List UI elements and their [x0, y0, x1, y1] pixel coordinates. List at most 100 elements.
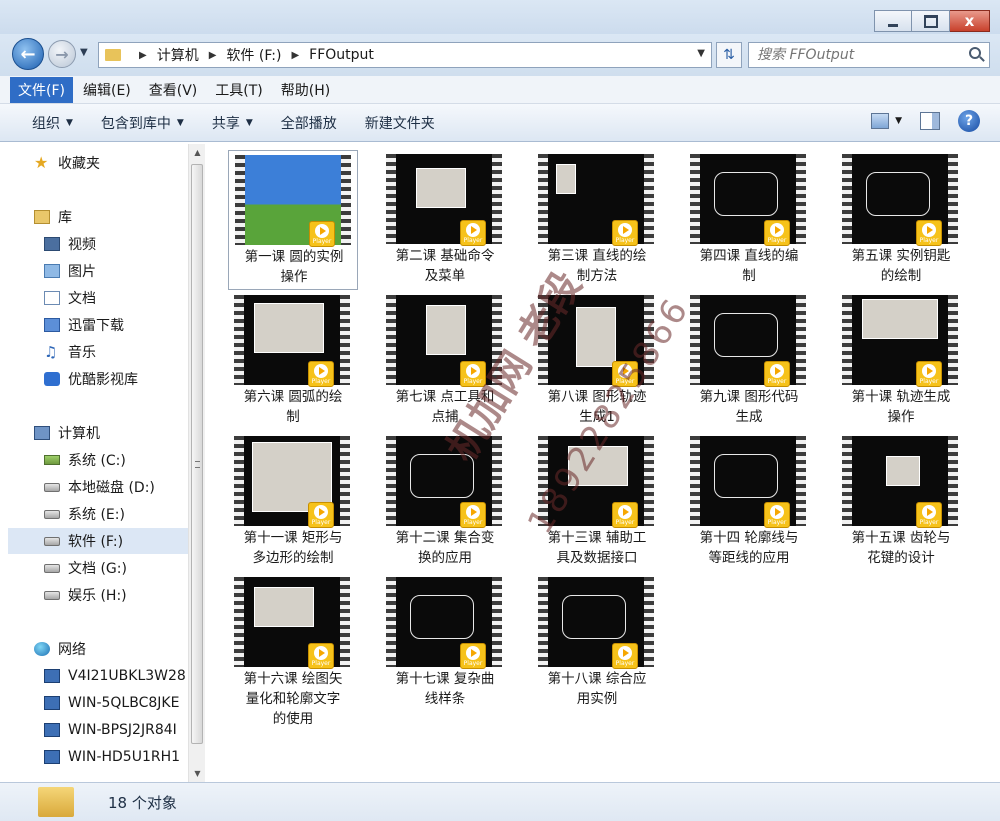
player-badge-label: Player: [311, 377, 331, 385]
video-thumbnail: Player: [690, 436, 806, 528]
sidebar-item-label: 系统 (C:): [68, 453, 126, 469]
sidebar-item-music[interactable]: ♫ 音乐: [44, 339, 188, 365]
command-bar: 组织 ▼ 包含到库中 ▼ 共享 ▼ 全部播放 新建文件夹 ▼ ?: [0, 104, 1000, 142]
play-icon: [770, 504, 784, 519]
sidebar-item-drive-g[interactable]: 文档 (G:): [44, 555, 188, 581]
organize-button[interactable]: 组织 ▼: [18, 109, 87, 137]
include-library-button[interactable]: 包含到库中 ▼: [87, 109, 198, 137]
breadcrumb-folder[interactable]: FFOutput: [309, 47, 374, 63]
thumbnail-drawing: [714, 172, 778, 216]
scroll-thumb[interactable]: [191, 164, 203, 744]
change-view-icon[interactable]: [871, 113, 890, 129]
sidebar-item-host[interactable]: WIN-HD5U1RH1: [44, 744, 188, 770]
sidebar-item-host[interactable]: V4I21UBKL3W28: [44, 663, 188, 689]
close-button[interactable]: x: [950, 10, 990, 32]
sidebar-item-host[interactable]: WIN-BPSJ2JR84I: [44, 717, 188, 743]
menu-help[interactable]: 帮助(H): [273, 77, 338, 103]
file-name-line: 第六课 圆弧的绘: [243, 389, 343, 405]
help-icon[interactable]: ?: [958, 110, 980, 132]
video-file-tile[interactable]: Player 第十五课 齿轮与 花键的设计: [836, 432, 966, 572]
arrow-right-icon: →: [55, 44, 69, 64]
thumbnail-dialog: [886, 456, 920, 486]
file-name-line: 操作: [280, 269, 308, 285]
sidebar-item-computer[interactable]: 计算机: [34, 420, 188, 446]
video-thumbnail: Player: [234, 295, 350, 387]
maximize-button[interactable]: [912, 10, 950, 32]
chevron-right-icon[interactable]: ▶: [139, 50, 147, 61]
video-file-tile[interactable]: Player 第十七课 复杂曲 线样条: [380, 573, 510, 713]
player-badge-icon: Player: [612, 502, 638, 528]
preview-pane-icon[interactable]: [920, 112, 940, 130]
video-file-tile[interactable]: Player 第十六课 绘图矢 量化和轮廓文字 的使用: [228, 573, 358, 727]
sidebar-item-drive-d[interactable]: 本地磁盘 (D:): [44, 474, 188, 500]
video-file-tile[interactable]: Player 第四课 直线的编制: [684, 150, 814, 290]
file-view: Player 第一课 圆的实例 操作 Player 第二课 基础命令 及菜单 Player 第…: [206, 144, 1000, 782]
file-name: 第五课 实例钥匙 的绘制: [836, 246, 966, 286]
menu-bar: 文件(F) 编辑(E) 查看(V) 工具(T) 帮助(H): [0, 76, 1000, 104]
video-file-tile[interactable]: Player 第七课 点工具和 点捕: [380, 291, 510, 431]
navigation-scrollbar[interactable]: ▲ ▼: [188, 144, 205, 782]
menu-view[interactable]: 查看(V): [141, 77, 206, 103]
video-file-tile[interactable]: Player 第十八课 综合应 用实例: [532, 573, 662, 713]
video-file-tile[interactable]: Player 第三课 直线的绘 制方法: [532, 150, 662, 290]
play-all-button[interactable]: 全部播放: [267, 109, 351, 137]
sidebar-item-libraries[interactable]: 库: [34, 204, 188, 230]
player-badge-icon: Player: [916, 502, 942, 528]
recent-pages-dropdown[interactable]: ▼: [80, 47, 88, 58]
refresh-button[interactable]: ⇅: [716, 42, 742, 68]
scroll-up-arrow-icon[interactable]: ▲: [189, 144, 206, 161]
breadcrumb-computer[interactable]: 计算机: [157, 45, 199, 65]
caret-down-icon: ▼: [176, 117, 184, 128]
video-file-tile[interactable]: Player 第十三课 辅助工 具及数据接口: [532, 432, 662, 572]
folder-icon: [38, 787, 74, 817]
video-file-tile[interactable]: Player 第十课 轨迹生成 操作: [836, 291, 966, 431]
sidebar-item-youku[interactable]: 优酷影视库: [44, 366, 188, 392]
forward-button[interactable]: →: [48, 40, 76, 68]
file-name-line: 第三课 直线的绘: [547, 248, 647, 264]
video-file-tile[interactable]: Player 第五课 实例钥匙 的绘制: [836, 150, 966, 290]
search-box[interactable]: [748, 42, 990, 68]
sidebar-item-videos[interactable]: 视频: [44, 231, 188, 257]
menu-tools[interactable]: 工具(T): [207, 77, 270, 103]
sidebar-item-favorites[interactable]: ★ 收藏夹: [34, 150, 188, 176]
address-dropdown[interactable]: ▼: [697, 48, 705, 59]
menu-edit[interactable]: 编辑(E): [75, 77, 139, 103]
video-file-tile[interactable]: Player 第九课 图形代码 生成: [684, 291, 814, 431]
address-bar[interactable]: ▶ 计算机 ▶ 软件 (F:) ▶ FFOutput ▼: [98, 42, 712, 68]
scroll-down-arrow-icon[interactable]: ▼: [189, 765, 206, 782]
video-file-tile[interactable]: Player 第十二课 集合变 换的应用: [380, 432, 510, 572]
file-name-line: 制方法: [576, 268, 618, 284]
sidebar-item-label: V4I21UBKL3W28: [68, 668, 186, 684]
file-name-line: 第十四 轮廓线与: [699, 530, 799, 546]
sidebar-item-drive-e[interactable]: 系统 (E:): [44, 501, 188, 527]
sidebar-item-network[interactable]: 网络: [34, 636, 188, 662]
sidebar-item-documents[interactable]: 文档: [44, 285, 188, 311]
sidebar-item-pictures[interactable]: 图片: [44, 258, 188, 284]
sidebar-item-xunlei[interactable]: 迅雷下载: [44, 312, 188, 338]
file-name: 第十七课 复杂曲 线样条: [380, 669, 510, 709]
video-file-tile[interactable]: Player 第十一课 矩形与 多边形的绘制: [228, 432, 358, 572]
sidebar-item-drive-f[interactable]: 软件 (F:): [8, 528, 188, 554]
video-file-tile[interactable]: Player 第一课 圆的实例 操作: [228, 150, 358, 290]
sidebar-item-label: 文档: [68, 291, 96, 307]
new-folder-button[interactable]: 新建文件夹: [351, 109, 449, 137]
sidebar-item-drive-h[interactable]: 娱乐 (H:): [44, 582, 188, 608]
search-input[interactable]: [749, 43, 949, 67]
player-badge-label: Player: [919, 236, 939, 244]
menu-file[interactable]: 文件(F): [10, 76, 73, 103]
back-button[interactable]: ←: [12, 38, 44, 70]
video-file-tile[interactable]: Player 第十四 轮廓线与 等距线的应用: [684, 432, 814, 572]
minimize-button[interactable]: [874, 10, 912, 32]
video-file-tile[interactable]: Player 第二课 基础命令 及菜单: [380, 150, 510, 290]
grip-icon: [195, 461, 200, 468]
chevron-right-icon[interactable]: ▶: [209, 50, 217, 61]
view-options-dropdown[interactable]: ▼: [895, 116, 902, 126]
share-button[interactable]: 共享 ▼: [198, 109, 267, 137]
video-file-tile[interactable]: Player 第六课 圆弧的绘制: [228, 291, 358, 431]
chevron-right-icon[interactable]: ▶: [291, 50, 299, 61]
sidebar-item-drive-c[interactable]: 系统 (C:): [44, 447, 188, 473]
video-file-tile[interactable]: Player 第八课 图形轨迹 生成1: [532, 291, 662, 431]
search-icon[interactable]: [969, 47, 981, 59]
sidebar-item-host[interactable]: WIN-5QLBC8JKE: [44, 690, 188, 716]
breadcrumb-drive[interactable]: 软件 (F:): [226, 45, 281, 65]
